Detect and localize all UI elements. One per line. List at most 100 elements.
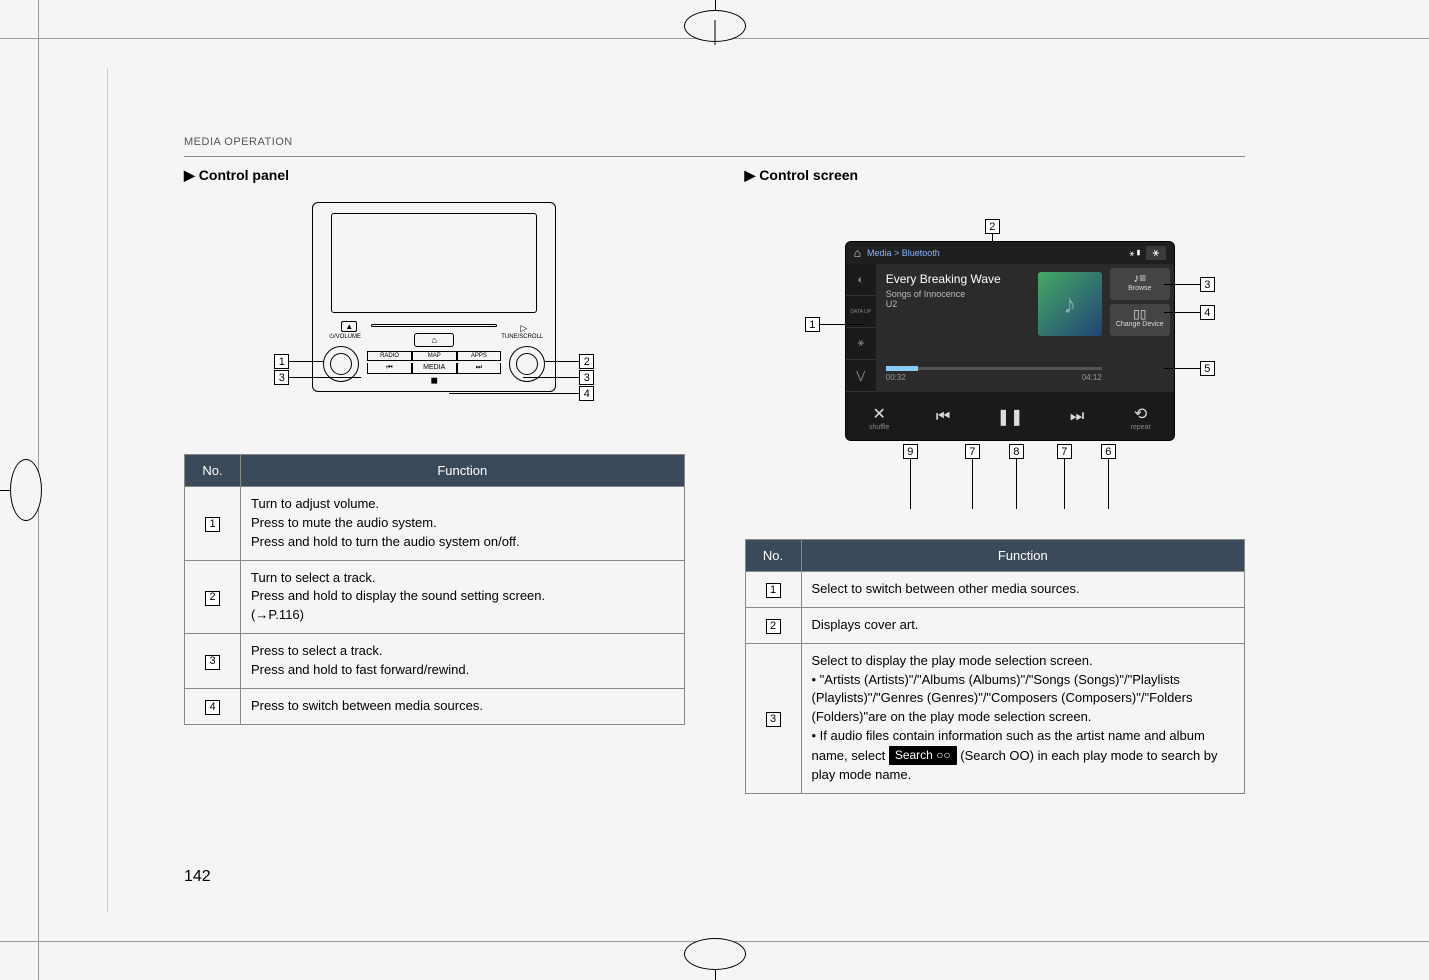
page-number: 142 [184, 868, 211, 886]
row3-prefix: Select to display the play mode selectio… [812, 653, 1205, 763]
callout-3: 3 [274, 370, 361, 385]
browse-button: ♪≡Browse [1110, 268, 1170, 300]
table-row: 4 Press to switch between media sources. [185, 688, 685, 724]
crop-mark [714, 20, 715, 45]
album-art: ♪ [1038, 272, 1102, 336]
apps-button: APPS [457, 351, 502, 361]
map-button: MAP [412, 351, 457, 361]
callout-num: 8 [1009, 444, 1024, 459]
callout-num: 2 [985, 219, 1000, 234]
callout-num: 7 [965, 444, 980, 459]
callout-6: 6 [1101, 444, 1116, 509]
crop-mark-left [0, 450, 50, 530]
table-row: 2 Turn to select a track. Press and hold… [185, 560, 685, 634]
section-header: MEDIA OPERATION [184, 136, 1245, 157]
row-text: Press to switch between media sources. [241, 688, 685, 724]
th-no: No. [185, 455, 241, 487]
home-icon: ⌂ [854, 246, 861, 260]
button-row-1: RADIO MAP APPS [367, 351, 501, 361]
device-icon: ▯▯ [1110, 307, 1170, 321]
callout-4: 4 [1164, 305, 1215, 320]
th-no: No. [745, 540, 801, 572]
playback-label: ◼ [431, 375, 438, 386]
right-column: ▶Control screen 2 ⌂ Media > Bluetooth ⚹▮… [745, 167, 1246, 794]
side-tab-bt: ⚹ [846, 328, 876, 360]
th-function: Function [241, 455, 685, 487]
callout-num: 3 [1200, 277, 1215, 292]
right-buttons: ♪≡Browse ▯▯Change Device [1110, 268, 1170, 340]
panel-slot: ▲ ▷ [335, 321, 533, 331]
callout-1: 1 [805, 317, 864, 332]
row-num: 2 [766, 619, 781, 634]
screen-main: ◐ DATA UP ⚹ ⋁ Every Breaking Wave Songs … [846, 264, 1174, 392]
control-screen-illustration: 2 ⌂ Media > Bluetooth ⚹▮ ⚹ ◐ DATA UP [775, 219, 1215, 509]
callout-num: 4 [1200, 305, 1215, 320]
control-panel-illustration: ▲ ▷ ⏻/VOLUME TUNE/SCROLL ⌂ RADIO MAP APP… [274, 202, 594, 432]
progress: 00:32 04:12 [886, 367, 1102, 382]
callout-1: 1 [274, 354, 323, 369]
shuffle-button: ✕shuffle [869, 404, 890, 431]
row-num: 1 [766, 583, 781, 598]
row-num: 3 [766, 712, 781, 727]
repeat-button: ⟲repeat [1131, 404, 1151, 431]
right-heading-text: Control screen [759, 167, 858, 183]
prev-track-icon: ⏮ [936, 408, 950, 426]
bt-connected-icon: ⚹▮ [1129, 248, 1142, 259]
callout-num: 4 [579, 386, 594, 401]
right-subheading: ▶Control screen [745, 167, 1246, 184]
callout-7b: 7 [1057, 444, 1072, 509]
callout-num: 3 [579, 370, 594, 385]
change-device-button: ▯▯Change Device [1110, 304, 1170, 336]
radio-button: RADIO [367, 351, 412, 361]
progress-bar [886, 367, 1102, 370]
home-button: ⌂ [414, 333, 454, 347]
callout-num: 1 [274, 354, 289, 369]
panel-screen [331, 213, 537, 313]
device-screen: ⌂ Media > Bluetooth ⚹▮ ⚹ ◐ DATA UP ⚹ ⋁ [845, 241, 1175, 441]
now-playing: Every Breaking Wave Songs of Innocence U… [876, 264, 1174, 392]
callout-5: 5 [1164, 361, 1215, 376]
table-row: 1 Select to switch between other media s… [745, 572, 1245, 608]
panel-body: ▲ ▷ ⏻/VOLUME TUNE/SCROLL ⌂ RADIO MAP APP… [312, 202, 556, 392]
pause-icon: ❚❚ [997, 407, 1024, 427]
side-tab-more: ⋁ [846, 360, 876, 392]
callout-3b: 3 [523, 370, 594, 385]
callout-2: 2 [545, 354, 594, 369]
time-current: 00:32 [886, 373, 906, 382]
table-row: 2 Displays cover art. [745, 607, 1245, 643]
status-bar: ⌂ Media > Bluetooth ⚹▮ ⚹ [846, 242, 1174, 264]
row-num: 3 [205, 655, 220, 670]
control-screen-table: No. Function 1 Select to switch between … [745, 539, 1246, 794]
triangle-icon: ▶ [745, 167, 756, 184]
side-tab-signal: ◐ [846, 264, 876, 296]
callout-8: 8 [1009, 444, 1024, 509]
media-button: MEDIA [412, 363, 457, 374]
row-text: Select to display the play mode selectio… [801, 643, 1245, 793]
progress-time: 00:32 04:12 [886, 373, 1102, 382]
status-icons: ⚹▮ ⚹ [1129, 246, 1166, 260]
callout-num: 5 [1200, 361, 1215, 376]
eject-icon: ▲ [341, 321, 357, 332]
volume-label: ⏻/VOLUME [329, 334, 361, 341]
row-text: Turn to select a track. Press and hold t… [241, 560, 685, 634]
row-text: Select to switch between other media sou… [801, 572, 1245, 608]
next-button: ⏭ [457, 363, 502, 374]
left-subheading: ▶Control panel [184, 167, 685, 184]
time-total: 04:12 [1082, 373, 1102, 382]
control-panel-table: No. Function 1 Turn to adjust volume. Pr… [184, 454, 685, 725]
callout-num: 6 [1101, 444, 1116, 459]
left-column: ▶Control panel ▲ ▷ ⏻/VOLUME TUNE/SCROLL … [184, 167, 685, 794]
disc-slot [371, 324, 497, 327]
slot-arrow-icon: ▷ [520, 323, 527, 334]
tune-label: TUNE/SCROLL [501, 334, 543, 340]
row-num: 1 [205, 517, 220, 532]
callout-9: 9 [903, 444, 918, 509]
callout-num: 9 [903, 444, 918, 459]
row-text: Press to select a track. Press and hold … [241, 634, 685, 689]
table-row: 3 Press to select a track. Press and hol… [185, 634, 685, 689]
breadcrumb: Media > Bluetooth [867, 248, 940, 258]
next-track-icon: ⏭ [1070, 408, 1084, 426]
table-row: 3 Select to display the play mode select… [745, 643, 1245, 793]
callout-num: 2 [579, 354, 594, 369]
crop-mark-bottom [675, 930, 755, 980]
